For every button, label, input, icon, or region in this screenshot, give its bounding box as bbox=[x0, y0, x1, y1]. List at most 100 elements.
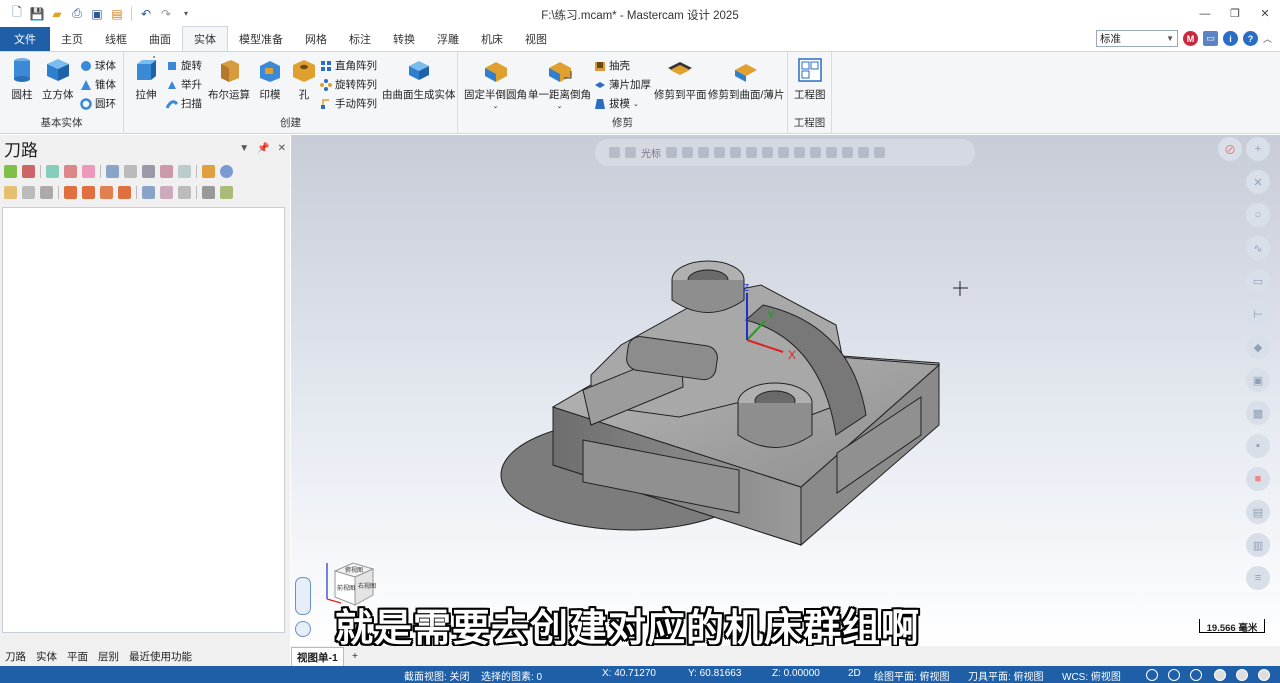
tab-relief[interactable]: 浮雕 bbox=[426, 27, 470, 51]
tab-mesh[interactable]: 网格 bbox=[294, 27, 338, 51]
pan-vertical-icon[interactable] bbox=[295, 577, 311, 615]
verify-icon[interactable] bbox=[124, 165, 137, 178]
draft-button[interactable]: 拔模 ⌄ bbox=[594, 96, 639, 111]
revolve-button[interactable]: 旋转 bbox=[166, 58, 202, 73]
new-file-icon[interactable]: 🗋 bbox=[8, 5, 26, 23]
const-fillet-button[interactable]: 固定半倒圆角 ⌄ bbox=[464, 56, 527, 110]
tool-manager-icon[interactable] bbox=[202, 165, 215, 178]
loft-button[interactable]: 举升 bbox=[166, 77, 202, 92]
move-down-icon[interactable] bbox=[64, 186, 77, 199]
graphics-viewport[interactable]: 光标 ⊘ + ✕ ○ ∿ ▭ ⊢ ◆ ▣ ▩ ▪ ■ ▤ ▥ ≡ X Y Z 俯… bbox=[291, 135, 1280, 646]
info-icon[interactable]: i bbox=[1222, 31, 1238, 46]
layout-button[interactable]: 工程图 bbox=[794, 56, 826, 102]
rect-pattern-button[interactable]: 直角阵列 bbox=[320, 58, 377, 73]
solid-model[interactable]: X Y Z bbox=[291, 135, 1280, 646]
shaded-sphere-icon[interactable] bbox=[1258, 669, 1270, 681]
thicken-button[interactable]: 薄片加厚 bbox=[594, 77, 651, 92]
minimize-icon[interactable]: — bbox=[1190, 0, 1220, 27]
g1-icon[interactable] bbox=[178, 165, 191, 178]
tab-view-sheet-1[interactable]: 视图单-1 bbox=[291, 646, 344, 666]
help-icon[interactable]: ? bbox=[1242, 31, 1258, 46]
surfaces-to-solid-button[interactable]: 由曲面生成实体 bbox=[382, 56, 456, 102]
tab-toolpaths[interactable]: 刀路 bbox=[0, 649, 31, 664]
undo-icon[interactable]: ↶ bbox=[137, 5, 155, 23]
section-view-status[interactable]: 截面视图: 关闭 bbox=[404, 668, 470, 683]
trim-surface-button[interactable]: 修剪到曲面/薄片 bbox=[708, 56, 784, 102]
feedback-icon[interactable]: ▭ bbox=[1202, 31, 1218, 46]
scroll-icon[interactable] bbox=[118, 186, 131, 199]
insert-arrow-icon[interactable] bbox=[100, 186, 113, 199]
open-icon[interactable]: ▰ bbox=[48, 5, 66, 23]
panel-menu-icon[interactable]: ▼ bbox=[239, 143, 249, 154]
copy-icon[interactable] bbox=[160, 186, 173, 199]
tab-planes[interactable]: 平面 bbox=[62, 649, 93, 664]
close-icon[interactable]: ✕ bbox=[1250, 0, 1280, 27]
tab-solids[interactable]: 实体 bbox=[182, 26, 228, 51]
tab-model-prep[interactable]: 模型准备 bbox=[228, 27, 294, 51]
save-as-icon[interactable]: ▣ bbox=[88, 5, 106, 23]
z-coordinate[interactable]: Z: 0.00000 bbox=[772, 668, 820, 679]
sort-icon[interactable] bbox=[202, 186, 215, 199]
redo-icon[interactable]: ↷ bbox=[157, 5, 175, 23]
toggle-post-icon[interactable] bbox=[40, 186, 53, 199]
tab-machine[interactable]: 机床 bbox=[470, 27, 514, 51]
deselect-icon[interactable] bbox=[22, 165, 35, 178]
tab-transform[interactable]: 转换 bbox=[382, 27, 426, 51]
shaded-sphere-icon[interactable] bbox=[1214, 669, 1226, 681]
imprint-button[interactable]: 印模 bbox=[256, 56, 284, 102]
tab-home[interactable]: 主页 bbox=[50, 27, 94, 51]
merge-icon[interactable]: ▤ bbox=[108, 5, 126, 23]
trim-plane-button[interactable]: 修剪到平面 bbox=[654, 56, 707, 102]
globe-icon[interactable] bbox=[1168, 669, 1180, 681]
pin-icon[interactable]: 📌 bbox=[257, 143, 269, 154]
wcs-status[interactable]: WCS: 俯视图 bbox=[1062, 668, 1121, 683]
tab-surfaces[interactable]: 曲面 bbox=[138, 27, 182, 51]
tab-file[interactable]: 文件 bbox=[0, 27, 50, 51]
help-icon[interactable] bbox=[220, 165, 233, 178]
settings-icon[interactable] bbox=[220, 186, 233, 199]
regenerate-dirty-icon[interactable] bbox=[82, 165, 95, 178]
tab-wireframe[interactable]: 线框 bbox=[94, 27, 138, 51]
torus-button[interactable]: 圆环 bbox=[80, 96, 116, 111]
tool-plane-status[interactable]: 刀具平面: 俯视图 bbox=[968, 668, 1044, 683]
close-icon[interactable]: ✕ bbox=[278, 143, 286, 154]
tab-annotate[interactable]: 标注 bbox=[338, 27, 382, 51]
select-failed-icon[interactable] bbox=[46, 165, 59, 178]
shell-button[interactable]: 抽壳 bbox=[594, 58, 630, 73]
cube-button[interactable]: 立方体 bbox=[42, 56, 74, 102]
extrude-button[interactable]: 拉伸 bbox=[132, 56, 160, 102]
restore-icon[interactable]: ❐ bbox=[1220, 0, 1250, 27]
x-coordinate[interactable]: X: 40.71270 bbox=[602, 668, 656, 679]
rotate-icon[interactable] bbox=[295, 621, 311, 637]
cylinder-button[interactable]: 圆柱 bbox=[8, 56, 36, 102]
toggle-display-icon[interactable] bbox=[22, 186, 35, 199]
construction-plane-status[interactable]: 绘图平面: 俯视图 bbox=[874, 668, 950, 683]
toolpath-tree[interactable] bbox=[2, 207, 285, 633]
cone-button[interactable]: 锥体 bbox=[80, 77, 116, 92]
post-icon[interactable] bbox=[160, 165, 173, 178]
lock-icon[interactable] bbox=[4, 186, 17, 199]
tab-levels[interactable]: 层别 bbox=[93, 649, 124, 664]
shaded-sphere-icon[interactable] bbox=[1236, 669, 1248, 681]
style-select[interactable]: 标准 ▼ bbox=[1095, 30, 1178, 47]
rot-pattern-button[interactable]: 旋转阵列 bbox=[320, 77, 377, 92]
y-coordinate[interactable]: Y: 60.81663 bbox=[688, 668, 741, 679]
globe-icon[interactable] bbox=[1190, 669, 1202, 681]
tab-recent-functions[interactable]: 最近使用功能 bbox=[124, 649, 197, 664]
sweep-button[interactable]: 扫描 bbox=[166, 96, 202, 111]
display-options-icon[interactable] bbox=[178, 186, 191, 199]
print-icon[interactable]: ⎙ bbox=[68, 5, 86, 23]
globe-icon[interactable] bbox=[1146, 669, 1158, 681]
chamfer-button[interactable]: 单一距离倒角 ⌄ bbox=[528, 56, 591, 110]
collapse-ribbon-icon[interactable]: ︿ bbox=[1263, 32, 1272, 45]
save-icon[interactable]: 💾 bbox=[28, 5, 46, 23]
customize-qat-icon[interactable]: ▾ bbox=[177, 5, 195, 23]
select-all-icon[interactable] bbox=[4, 165, 17, 178]
manual-pattern-button[interactable]: 手动阵列 bbox=[320, 96, 377, 111]
backplot-icon[interactable] bbox=[106, 165, 119, 178]
tab-solids[interactable]: 实体 bbox=[31, 649, 62, 664]
regenerate-icon[interactable] bbox=[64, 165, 77, 178]
add-view-sheet-button[interactable]: + bbox=[344, 650, 358, 662]
simulate-icon[interactable] bbox=[142, 165, 155, 178]
hole-button[interactable]: 孔 bbox=[290, 56, 318, 102]
